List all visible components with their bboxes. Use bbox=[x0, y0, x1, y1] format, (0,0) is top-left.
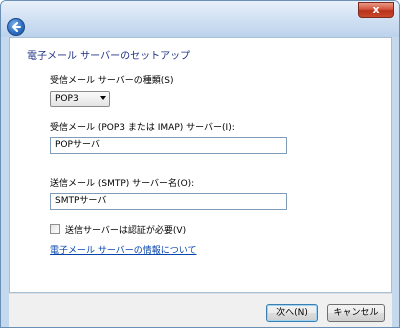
chevron-down-icon bbox=[100, 96, 106, 100]
outgoing-server-label: 送信メール (SMTP) サーバー名(O): bbox=[50, 179, 195, 189]
incoming-type-label: 受信メール サーバーの種類(S) bbox=[50, 76, 174, 86]
wizard-content-panel: 電子メール サーバーのセットアップ 受信メール サーバーの種類(S) POP3 … bbox=[9, 37, 392, 293]
next-button[interactable]: 次へ(N) bbox=[266, 304, 318, 322]
auth-checkbox[interactable] bbox=[50, 224, 60, 234]
close-icon: x bbox=[372, 3, 380, 16]
wizard-window: x 電子メール サーバーのセットアップ 受信メール サーバーの種類(S) POP… bbox=[0, 0, 400, 328]
incoming-type-select[interactable]: POP3 bbox=[50, 91, 110, 107]
wizard-footer: 次へ(N) キャンセル bbox=[9, 293, 392, 327]
close-button[interactable]: x bbox=[358, 2, 394, 18]
window-title-bar bbox=[1, 1, 399, 37]
back-button[interactable] bbox=[7, 18, 25, 36]
auth-checkbox-label[interactable]: 送信サーバーは認証が必要(V) bbox=[65, 223, 186, 236]
cancel-button[interactable]: キャンセル bbox=[327, 304, 385, 322]
incoming-server-label: 受信メール (POP3 または IMAP) サーバー(I): bbox=[50, 123, 235, 133]
incoming-server-value: POPサーバ bbox=[55, 140, 100, 150]
page-title: 電子メール サーバーのセットアップ bbox=[27, 51, 191, 62]
outgoing-server-value: SMTPサーバ bbox=[55, 196, 107, 206]
incoming-type-value: POP3 bbox=[55, 94, 79, 104]
outgoing-server-input[interactable]: SMTPサーバ bbox=[50, 193, 287, 210]
incoming-server-input[interactable]: POPサーバ bbox=[50, 137, 287, 154]
server-info-link[interactable]: 電子メール サーバーの情報について bbox=[50, 243, 197, 256]
back-arrow-icon bbox=[12, 22, 21, 32]
